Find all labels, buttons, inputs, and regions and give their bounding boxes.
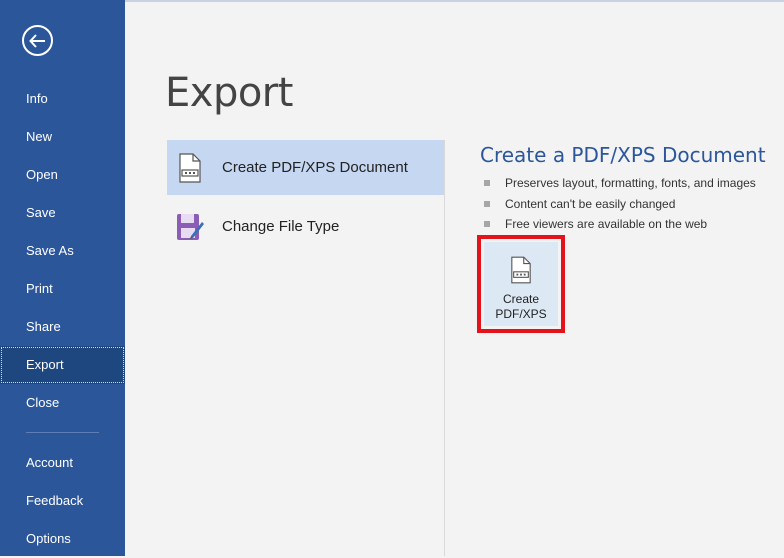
save-disk-icon [175, 211, 205, 243]
create-button-label: Create PDF/XPS [495, 292, 547, 321]
sidebar-item-feedback[interactable]: Feedback [0, 482, 125, 520]
option-label: Create PDF/XPS Document [222, 159, 408, 176]
sidebar-item-share[interactable]: Share [0, 308, 125, 346]
sidebar-item-save-as[interactable]: Save As [0, 232, 125, 270]
sidebar-item-new[interactable]: New [0, 118, 125, 156]
sidebar-item-options[interactable]: Options [0, 520, 125, 558]
sidebar-item-open[interactable]: Open [0, 156, 125, 194]
page-title: Export [165, 70, 293, 116]
pdf-document-icon [175, 152, 205, 184]
sidebar-item-account[interactable]: Account [0, 444, 125, 482]
sidebar-item-export[interactable]: Export [0, 346, 125, 384]
detail-title: Create a PDF/XPS Document [480, 143, 766, 167]
arrow-left-icon [29, 33, 45, 48]
back-button[interactable] [22, 25, 53, 56]
export-options-list: Create PDF/XPS Document Change File Type [167, 140, 444, 556]
sidebar-item-print[interactable]: Print [0, 270, 125, 308]
bullet-square [484, 180, 490, 187]
list-item: Content can't be easily changed [484, 194, 756, 215]
feature-list: Preserves layout, formatting, fonts, and… [484, 173, 756, 235]
option-label: Change File Type [222, 218, 340, 235]
panel-divider [444, 140, 445, 556]
backstage-sidebar: Info New Open Save Save As Print Share E… [0, 0, 125, 556]
create-pdf-xps-button[interactable]: Create PDF/XPS [477, 235, 565, 333]
sidebar-item-close[interactable]: Close [0, 384, 125, 422]
bullet-square [484, 221, 490, 228]
pdf-document-icon [510, 256, 532, 289]
option-create-pdf-xps[interactable]: Create PDF/XPS Document [167, 140, 444, 195]
sidebar-item-info[interactable]: Info [0, 80, 125, 118]
bullet-square [484, 200, 490, 207]
sidebar-divider [26, 432, 99, 433]
sidebar-item-save[interactable]: Save [0, 194, 125, 232]
option-change-file-type[interactable]: Change File Type [167, 199, 444, 254]
list-item: Free viewers are available on the web [484, 214, 756, 235]
list-item: Preserves layout, formatting, fonts, and… [484, 173, 756, 194]
